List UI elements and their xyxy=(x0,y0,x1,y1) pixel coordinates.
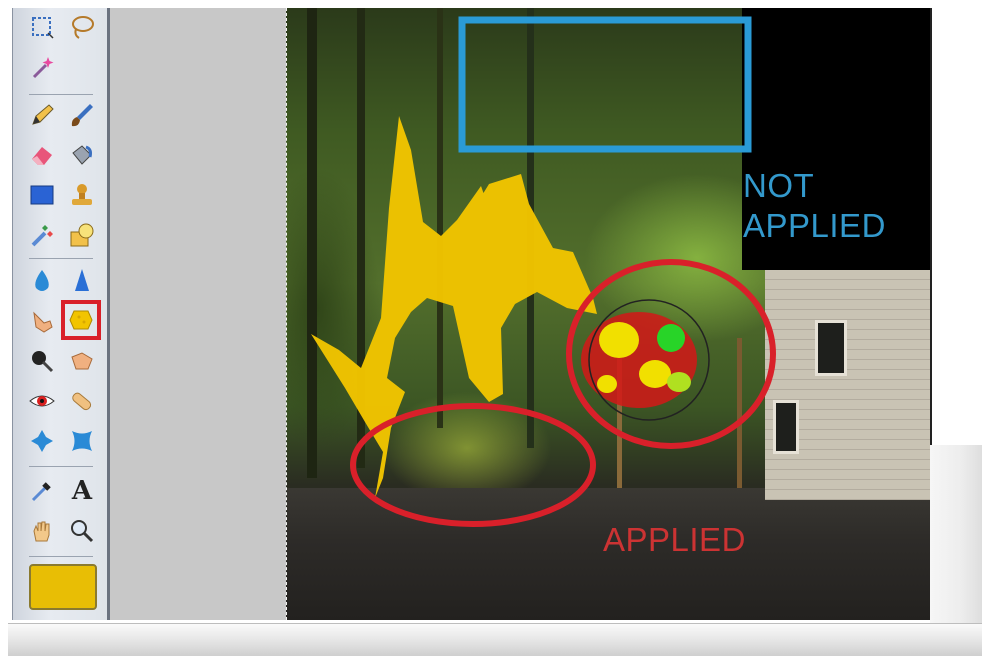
image-editor: A NOT APPLIED APPLIED xyxy=(0,0,982,656)
pinch-icon xyxy=(31,430,53,452)
rectangle-icon xyxy=(30,185,54,205)
stamp-icon xyxy=(72,184,92,205)
red-eye-tool[interactable] xyxy=(25,384,59,418)
eraser-icon xyxy=(32,147,52,165)
drop-icon xyxy=(35,270,49,291)
paint-bucket-icon xyxy=(72,145,92,165)
yellow-sponge-stroke xyxy=(311,116,597,498)
shape-tool[interactable] xyxy=(25,178,59,212)
toolbar-divider xyxy=(29,94,93,95)
not-applied-label: NOT APPLIED xyxy=(743,167,886,244)
sponge-icon xyxy=(69,310,93,330)
burn-tool[interactable] xyxy=(25,344,59,378)
brush-tool[interactable] xyxy=(65,98,99,132)
not-applied-marker-box xyxy=(458,16,752,153)
lasso-icon xyxy=(72,16,94,39)
bloat-tool[interactable] xyxy=(65,424,99,458)
marquee-icon xyxy=(32,17,54,39)
dodge-icon xyxy=(71,352,93,370)
horizontal-scrollbar[interactable] xyxy=(8,623,982,656)
sharpen-tool[interactable] xyxy=(65,264,99,298)
shape-icon xyxy=(70,223,94,247)
draw-shape-tool[interactable] xyxy=(65,218,99,252)
red-eye-icon xyxy=(29,395,55,407)
workspace-background xyxy=(110,8,286,620)
clone-stamp-tool[interactable] xyxy=(65,178,99,212)
fill-tool[interactable] xyxy=(65,138,99,172)
text-icon: A xyxy=(71,476,93,506)
toolbar-divider xyxy=(29,466,93,467)
zoom-icon xyxy=(71,520,94,543)
toolbar-divider xyxy=(29,258,93,259)
canvas-right-edge xyxy=(930,8,932,445)
tools-palette: A xyxy=(12,8,110,620)
rect-select-tool[interactable] xyxy=(25,10,59,44)
hand-tool[interactable] xyxy=(25,514,59,548)
lasso-tool[interactable] xyxy=(65,10,99,44)
spot-heal-tool[interactable] xyxy=(65,384,99,418)
hand-icon xyxy=(33,521,50,542)
smudge-tool[interactable] xyxy=(25,304,59,338)
bandage-icon xyxy=(72,392,92,411)
brush-icon xyxy=(71,104,93,127)
magic-wand-icon xyxy=(32,57,54,79)
vertical-scrollbar[interactable] xyxy=(930,445,982,623)
dodge-tool[interactable] xyxy=(65,344,99,378)
text-tool[interactable]: A xyxy=(65,474,99,508)
finger-icon xyxy=(33,311,53,333)
primary-color-swatch[interactable] xyxy=(29,564,97,610)
pencil-tool[interactable] xyxy=(25,98,59,132)
pinch-tool[interactable] xyxy=(25,424,59,458)
sharpen-icon xyxy=(75,269,89,291)
color-replace-tool[interactable] xyxy=(25,218,59,252)
saturation-effect-patch xyxy=(581,299,710,421)
zoom-tool[interactable] xyxy=(65,514,99,548)
toolbar-divider xyxy=(29,556,93,557)
blur-tool[interactable] xyxy=(25,264,59,298)
color-replace-icon xyxy=(31,225,53,247)
bloat-icon xyxy=(72,431,92,451)
color-picker-tool[interactable] xyxy=(25,474,59,508)
applied-label: APPLIED xyxy=(603,521,746,558)
eraser-tool[interactable] xyxy=(25,138,59,172)
image-canvas[interactable]: NOT APPLIED APPLIED xyxy=(286,8,931,620)
sponge-tool[interactable] xyxy=(61,300,101,340)
pencil-icon xyxy=(32,104,54,125)
applied-marker-circle-small xyxy=(350,403,596,527)
burn-icon xyxy=(32,351,54,373)
eyedropper-icon xyxy=(31,482,51,502)
magic-wand-tool[interactable] xyxy=(25,50,59,84)
